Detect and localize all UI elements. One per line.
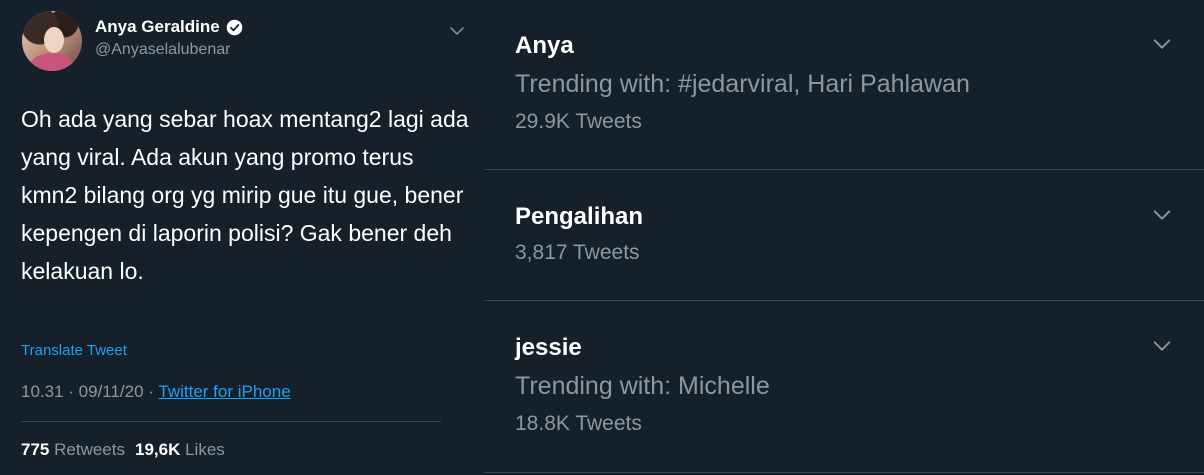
author-handle[interactable]: @Anyaselalubenar (95, 41, 230, 59)
trend-context: Trending with: Michelle (515, 372, 770, 400)
meta-separator: · (63, 382, 79, 401)
trend-item[interactable]: Anya Trending with: #jedarviral, Hari Pa… (484, 0, 1204, 170)
retweets-label: Retweets (54, 440, 125, 459)
avatar[interactable] (22, 11, 82, 71)
tweet-date[interactable]: 09/11/20 (79, 382, 144, 401)
tweet-stats: 775 Retweets 19,6K Likes (21, 440, 225, 460)
retweets-stat[interactable]: 775 Retweets (21, 440, 125, 459)
divider (21, 421, 441, 422)
chevron-down-icon[interactable] (448, 22, 466, 40)
chevron-down-icon[interactable] (1151, 204, 1173, 226)
tweet-meta: 10.31 · 09/11/20 · Twitter for iPhone (21, 382, 291, 402)
trends-list: Anya Trending with: #jedarviral, Hari Pa… (484, 0, 1204, 475)
tweet-card: Anya Geraldine @Anyaselalubenar Oh ada y… (0, 0, 484, 475)
trend-title: Anya (515, 32, 574, 59)
translate-tweet-link[interactable]: Translate Tweet (21, 342, 127, 359)
retweets-count: 775 (21, 440, 50, 459)
trend-tweet-count: 3,817 Tweets (515, 241, 640, 264)
likes-count: 19,6K (134, 440, 181, 459)
verified-badge-icon (226, 19, 243, 35)
meta-separator-2: · (143, 382, 159, 401)
trend-tweet-count: 29.9K Tweets (515, 110, 642, 133)
trend-context: Trending with: #jedarviral, Hari Pahlawa… (515, 70, 970, 98)
tweet-text: Oh ada yang sebar hoax mentang2 lagi ada… (21, 106, 469, 284)
avatar-face (44, 27, 64, 53)
trend-item[interactable]: jessie Trending with: Michelle 18.8K Twe… (484, 301, 1204, 475)
likes-label: Likes (185, 440, 225, 459)
likes-stat[interactable]: 19,6K Likes (135, 440, 225, 459)
author-display-name[interactable]: Anya Geraldine (95, 17, 220, 37)
trend-title: Pengalihan (515, 203, 644, 230)
trend-title: jessie (515, 334, 582, 361)
chevron-down-icon[interactable] (1151, 33, 1173, 55)
trend-tweet-count: 18.8K Tweets (515, 412, 642, 435)
tweet-source-link[interactable]: Twitter for iPhone (158, 382, 290, 401)
trend-item[interactable]: Pengalihan 3,817 Tweets (484, 170, 1204, 301)
author-name-row[interactable]: Anya Geraldine (95, 17, 243, 37)
chevron-down-icon[interactable] (1151, 335, 1173, 357)
trend-divider (484, 472, 1204, 473)
tweet-time[interactable]: 10.31 (21, 382, 64, 401)
